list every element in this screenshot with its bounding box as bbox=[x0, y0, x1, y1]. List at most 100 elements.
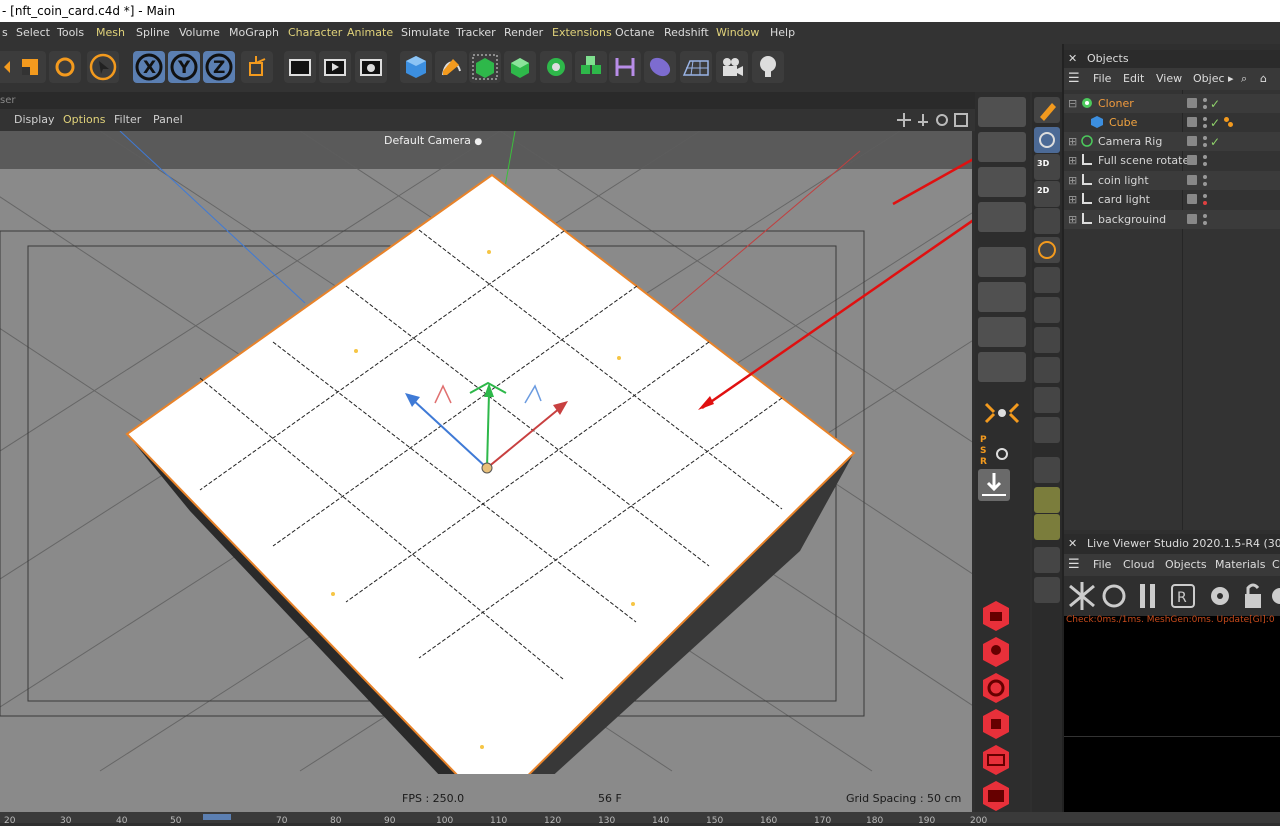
close-icon[interactable]: ✕ bbox=[1068, 50, 1077, 68]
menu-select[interactable]: Select bbox=[16, 22, 50, 44]
menu-window[interactable]: Window bbox=[716, 22, 759, 44]
tool-5-icon[interactable] bbox=[1034, 387, 1060, 413]
visibility-toggle[interactable] bbox=[1187, 117, 1197, 127]
floor-icon[interactable] bbox=[680, 51, 712, 83]
subdivision-icon[interactable] bbox=[469, 51, 501, 83]
editor-visibility-dot[interactable] bbox=[1203, 98, 1207, 102]
3d-viewport[interactable]: Default Camera ● bbox=[0, 131, 972, 774]
tool-4-icon[interactable] bbox=[1034, 357, 1060, 383]
region-render-icon[interactable]: R bbox=[1171, 584, 1195, 608]
tool-11-icon[interactable] bbox=[1034, 577, 1060, 603]
visibility-toggle[interactable] bbox=[1187, 136, 1197, 146]
texture-mode-icon[interactable] bbox=[978, 247, 1026, 277]
expand-icon[interactable]: ⊞ bbox=[1068, 210, 1077, 229]
snap-icon[interactable] bbox=[978, 352, 1026, 382]
menu-redshift[interactable]: Redshift bbox=[664, 22, 709, 44]
menu-character[interactable]: Character bbox=[288, 22, 342, 44]
menu-animate[interactable]: Animate bbox=[347, 22, 393, 44]
objects-menu-view[interactable]: View bbox=[1156, 68, 1182, 90]
z-axis-lock-icon[interactable]: Z bbox=[203, 51, 235, 83]
extrude-icon[interactable] bbox=[504, 51, 536, 83]
tool-6-icon[interactable] bbox=[1034, 417, 1060, 443]
visibility-toggle[interactable] bbox=[1187, 214, 1197, 224]
menu-simulate[interactable]: Simulate bbox=[401, 22, 450, 44]
pause-render-icon[interactable] bbox=[1140, 584, 1155, 608]
octane-light-icon[interactable] bbox=[980, 636, 1012, 668]
octane-image-icon[interactable] bbox=[980, 780, 1012, 812]
render-visibility-dot[interactable] bbox=[1203, 221, 1207, 225]
deformer-icon[interactable] bbox=[609, 51, 641, 83]
live-viewer-menu-more[interactable]: C bbox=[1272, 554, 1280, 576]
mograph-icon[interactable] bbox=[575, 51, 607, 83]
expand-icon[interactable]: ⊞ bbox=[1068, 151, 1077, 170]
cube-primitive-icon[interactable] bbox=[400, 51, 432, 83]
tool-3-icon[interactable] bbox=[1034, 327, 1060, 353]
object-row-camera-rig[interactable]: ⊞ Camera Rig ✓ bbox=[1064, 132, 1280, 151]
render-picture-viewer-icon[interactable] bbox=[319, 51, 351, 83]
restart-render-icon[interactable] bbox=[1102, 584, 1126, 608]
send-scene-icon[interactable] bbox=[1069, 582, 1095, 610]
objects-menu-file[interactable]: File bbox=[1093, 68, 1111, 90]
soft-selection-icon[interactable] bbox=[978, 398, 1026, 428]
camera-icon[interactable] bbox=[716, 51, 748, 83]
viewport-menu-options[interactable]: Options bbox=[63, 109, 105, 131]
expand-icon[interactable]: ⊞ bbox=[1068, 190, 1077, 209]
select-icon[interactable] bbox=[87, 51, 119, 83]
hamburger-icon[interactable]: ☰ bbox=[1068, 554, 1080, 576]
menu-mesh[interactable]: Mesh bbox=[96, 22, 125, 44]
objects-menu-object[interactable]: Objec bbox=[1193, 68, 1225, 90]
axis-mode-icon[interactable] bbox=[978, 282, 1026, 312]
live-viewer-menu-objects[interactable]: Objects bbox=[1165, 554, 1207, 576]
visibility-toggle[interactable] bbox=[1187, 98, 1197, 108]
menu-extensions[interactable]: Extensions bbox=[552, 22, 612, 44]
cloner-icon[interactable] bbox=[540, 51, 572, 83]
field-icon[interactable] bbox=[644, 51, 676, 83]
edges-mode-icon[interactable] bbox=[978, 132, 1026, 162]
expand-icon[interactable]: ⊞ bbox=[1068, 171, 1077, 190]
workplane-icon[interactable] bbox=[978, 317, 1026, 347]
render-visibility-dot[interactable] bbox=[1203, 105, 1207, 109]
lock-axis-icon[interactable] bbox=[1034, 208, 1060, 234]
editor-visibility-dot[interactable] bbox=[1203, 136, 1207, 140]
visibility-toggle[interactable] bbox=[1187, 155, 1197, 165]
tag-icon[interactable] bbox=[1224, 117, 1229, 122]
menu-render[interactable]: Render bbox=[504, 22, 543, 44]
object-row-cloner[interactable]: ⊟ Cloner ✓ bbox=[1064, 94, 1280, 113]
expand-icon[interactable]: ⊟ bbox=[1068, 94, 1077, 113]
live-viewer-menu-cloud[interactable]: Cloud bbox=[1123, 554, 1154, 576]
rotate-icon[interactable] bbox=[49, 51, 81, 83]
render-visibility-dot[interactable] bbox=[1203, 124, 1207, 128]
search-icon[interactable]: ⌕ bbox=[1241, 68, 1247, 90]
objects-menu-edit[interactable]: Edit bbox=[1123, 68, 1144, 90]
object-row-card-light[interactable]: ⊞ card light bbox=[1064, 190, 1280, 209]
y-axis-lock-icon[interactable]: Y bbox=[168, 51, 200, 83]
3d-view-icon[interactable]: 3D bbox=[1034, 154, 1060, 180]
psr-icon[interactable]: P S R bbox=[978, 432, 1026, 466]
octane-scatter-icon[interactable] bbox=[980, 708, 1012, 740]
menu-spline[interactable]: Spline bbox=[136, 22, 170, 44]
object-row-coin-light[interactable]: ⊞ coin light bbox=[1064, 171, 1280, 190]
tool-8-icon[interactable] bbox=[1034, 487, 1060, 513]
expand-icon[interactable]: ⊞ bbox=[1068, 132, 1077, 151]
2d-view-icon[interactable]: 2D bbox=[1034, 181, 1060, 207]
menu-mograph[interactable]: MoGraph bbox=[229, 22, 279, 44]
scale-icon[interactable] bbox=[14, 51, 46, 83]
render-settings-icon[interactable] bbox=[355, 51, 387, 83]
tool-10-icon[interactable] bbox=[1034, 547, 1060, 573]
menu-arrow-icon[interactable]: ▸ bbox=[1228, 68, 1234, 90]
render-visibility-dot[interactable] bbox=[1203, 143, 1207, 147]
visibility-toggle[interactable] bbox=[1187, 175, 1197, 185]
enabled-check-icon[interactable]: ✓ bbox=[1210, 133, 1220, 152]
home-icon[interactable]: ⌂ bbox=[1260, 68, 1267, 90]
menu-fragment[interactable]: s bbox=[2, 22, 8, 44]
viewport-menu-filter[interactable]: Filter bbox=[114, 109, 141, 131]
coordinate-system-icon[interactable] bbox=[241, 51, 273, 83]
lock-icon[interactable] bbox=[1245, 583, 1261, 608]
timer-icon[interactable] bbox=[1034, 237, 1060, 263]
model-mode-icon[interactable] bbox=[1034, 127, 1060, 153]
octane-aov-icon[interactable] bbox=[980, 744, 1012, 776]
object-row-cube[interactable]: Cube ✓ bbox=[1064, 113, 1280, 132]
render-view-icon[interactable] bbox=[284, 51, 316, 83]
editor-visibility-dot[interactable] bbox=[1203, 194, 1207, 198]
visibility-toggle[interactable] bbox=[1187, 194, 1197, 204]
